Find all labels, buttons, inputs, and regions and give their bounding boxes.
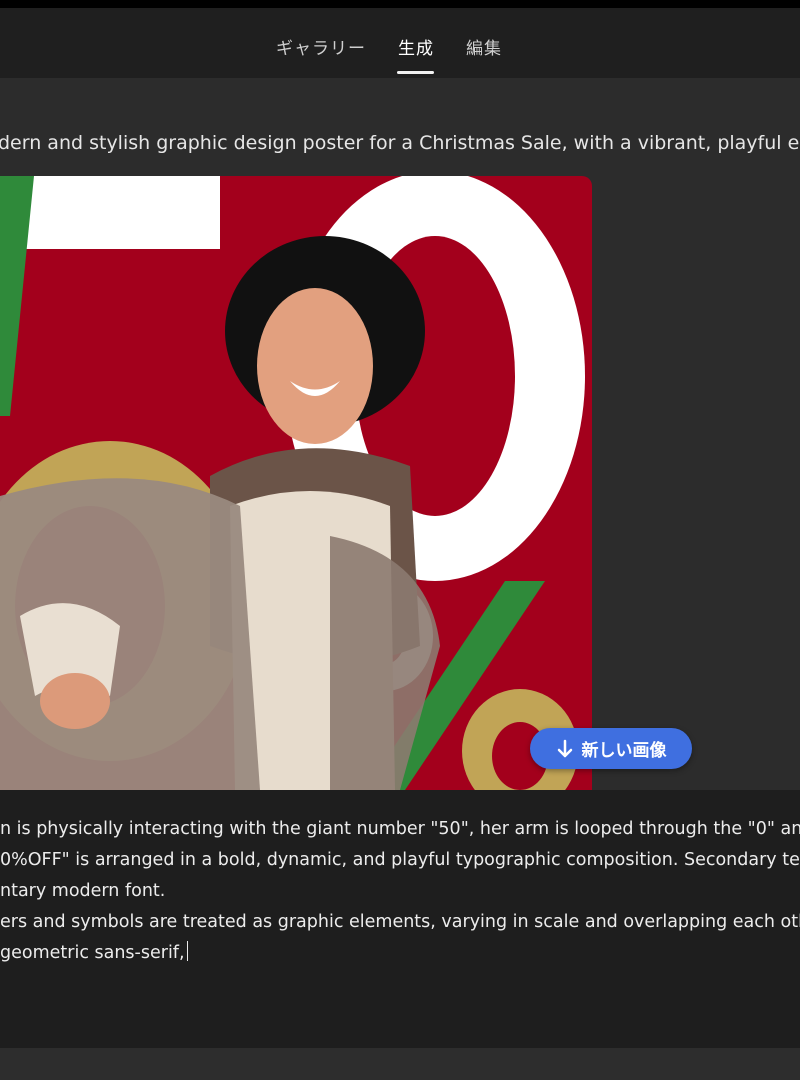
generation-area: dern and stylish graphic design poster f… bbox=[0, 78, 800, 790]
prompt-editor[interactable]: n is physically interacting with the gia… bbox=[0, 790, 800, 1048]
prompt-line: 0%OFF" is arranged in a bold, dynamic, a… bbox=[0, 850, 800, 870]
top-edge bbox=[0, 0, 800, 8]
prompt-textarea[interactable]: n is physically interacting with the gia… bbox=[0, 814, 800, 969]
new-image-label: 新しい画像 bbox=[581, 741, 667, 761]
prompt-line: n is physically interacting with the gia… bbox=[0, 819, 800, 839]
prompt-preview: dern and stylish graphic design poster f… bbox=[0, 132, 800, 154]
footer-bar bbox=[0, 1048, 800, 1080]
tab-edit[interactable]: 編集 bbox=[466, 34, 502, 59]
text-caret bbox=[186, 941, 189, 961]
prompt-line: geometric sans-serif, bbox=[0, 943, 185, 963]
prompt-line: ntary modern font. bbox=[0, 881, 166, 901]
active-tab-indicator bbox=[397, 71, 434, 74]
prompt-line: ers and symbols are treated as graphic e… bbox=[0, 912, 800, 932]
tab-gallery[interactable]: ギャラリー bbox=[276, 34, 366, 59]
nav-header: ギャラリー 生成 編集 bbox=[0, 8, 800, 78]
new-image-button[interactable]: 新しい画像 bbox=[530, 728, 692, 769]
arrow-down-icon bbox=[557, 739, 572, 757]
tab-generate[interactable]: 生成 bbox=[398, 34, 434, 59]
generated-image[interactable] bbox=[0, 176, 592, 790]
